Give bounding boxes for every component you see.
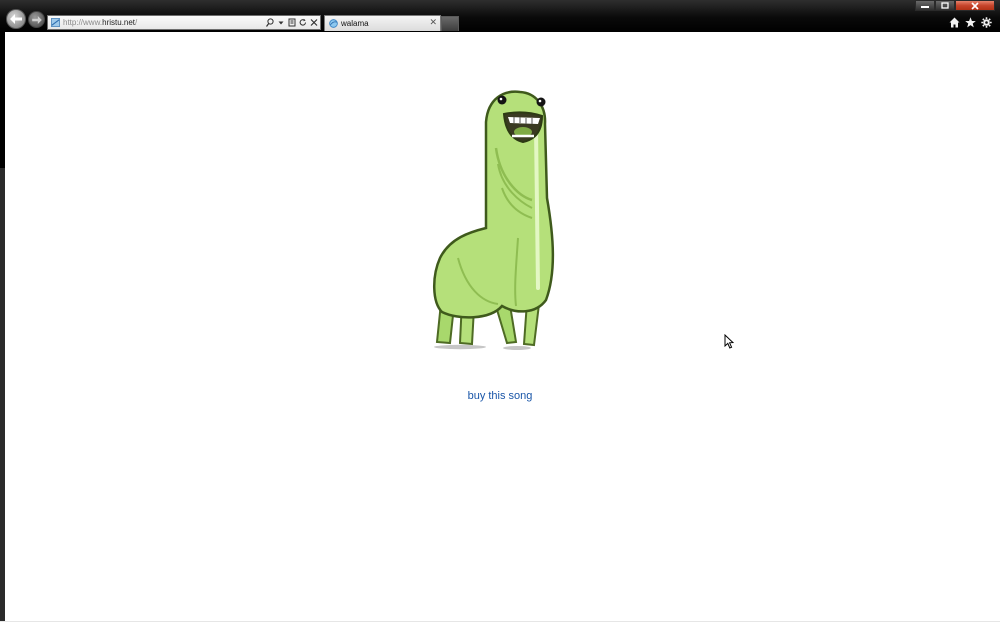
tab-close-icon[interactable]: ✕ bbox=[429, 17, 437, 29]
forward-arrow-icon bbox=[31, 15, 42, 24]
creature-eye bbox=[497, 95, 507, 105]
minimize-button[interactable] bbox=[915, 0, 935, 11]
tab-walama[interactable]: walama ✕ bbox=[324, 15, 441, 31]
ie-page-icon bbox=[329, 19, 338, 28]
address-url[interactable]: http://www.hristu.net/ bbox=[63, 17, 137, 28]
creature-teeth bbox=[508, 117, 540, 124]
buy-this-song-link[interactable]: buy this song bbox=[5, 389, 995, 403]
address-bar[interactable]: http://www.hristu.net/ bbox=[47, 15, 321, 30]
tab-title: walama bbox=[341, 19, 369, 28]
eye-highlight bbox=[499, 97, 503, 101]
stop-icon[interactable] bbox=[310, 17, 318, 28]
url-suffix: / bbox=[135, 18, 138, 27]
page-content: buy this song bbox=[5, 32, 1000, 621]
back-arrow-icon bbox=[10, 14, 22, 24]
command-icons bbox=[949, 16, 992, 28]
dropdown-icon[interactable] bbox=[277, 17, 285, 28]
close-button[interactable] bbox=[955, 0, 995, 11]
url-prefix: http://www. bbox=[63, 18, 103, 27]
search-icon[interactable] bbox=[266, 17, 274, 28]
refresh-icon[interactable] bbox=[299, 17, 307, 28]
window-caption-buttons bbox=[915, 0, 995, 11]
browser-window: http://www.hristu.net/ walama ✕ buy this… bbox=[0, 0, 1000, 630]
new-tab-button[interactable] bbox=[441, 16, 459, 31]
ground-shadow bbox=[434, 344, 486, 350]
close-icon bbox=[971, 1, 979, 10]
forward-button[interactable] bbox=[28, 11, 45, 28]
favorites-icon[interactable] bbox=[965, 16, 976, 28]
maximize-button[interactable] bbox=[935, 0, 955, 11]
ie-page-icon bbox=[51, 18, 60, 27]
tools-icon[interactable] bbox=[981, 16, 992, 28]
browser-toolbar: http://www.hristu.net/ walama ✕ bbox=[0, 0, 1000, 32]
mouse-cursor-icon bbox=[724, 334, 734, 349]
restore-icon bbox=[941, 2, 949, 9]
creature-eye bbox=[536, 97, 546, 107]
minimize-icon bbox=[921, 5, 929, 8]
url-domain: hristu.net bbox=[102, 18, 136, 27]
eye-highlight bbox=[538, 99, 542, 103]
ground-shadow bbox=[503, 346, 531, 350]
walama-creature-animation bbox=[433, 90, 555, 350]
compatibility-icon[interactable] bbox=[288, 17, 296, 28]
back-button[interactable] bbox=[6, 9, 26, 29]
address-tools bbox=[266, 16, 318, 29]
home-icon[interactable] bbox=[949, 16, 960, 28]
body-highlight bbox=[534, 126, 540, 290]
